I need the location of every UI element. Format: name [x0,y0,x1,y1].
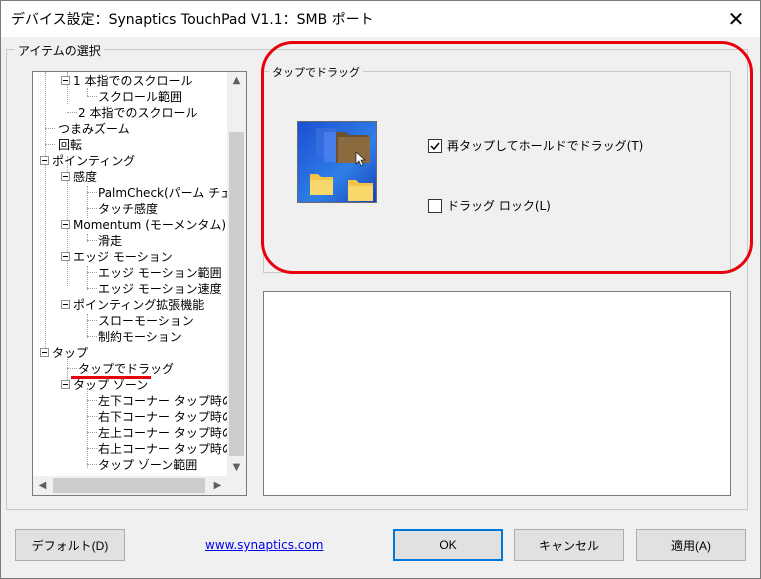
collapse-icon[interactable] [61,220,70,229]
tree-item-rotate[interactable]: 回転 [57,137,83,153]
tree-item-tap-zones[interactable]: タップ ゾーン [61,377,149,393]
scroll-down-icon[interactable]: ▼ [227,459,246,476]
item-select-label: アイテムの選択 [15,42,104,59]
tree-vertical-scrollbar[interactable]: ▲ ▼ [227,72,246,476]
close-icon[interactable]: ✕ [718,3,754,35]
tree-item-scroll-range[interactable]: スクロール範囲 [97,89,183,105]
cancel-button[interactable]: キャンセル [514,529,624,561]
settings-tree[interactable]: 1 本指でのスクロール スクロール範囲 2 本指でのスクロール つまみズーム 回… [32,71,247,496]
tree-item-sensitivity[interactable]: 感度 [61,169,98,185]
tree-item-tap-to-drag[interactable]: タップでドラッグ [77,361,176,377]
tree-item-one-finger-scroll[interactable]: 1 本指でのスクロール [61,73,193,89]
tree-item-glide[interactable]: 滑走 [97,233,123,249]
tree-item-two-finger-scroll[interactable]: 2 本指でのスクロール [77,105,198,121]
default-button[interactable]: デフォルト(D) [15,529,125,561]
tree-item-constrained-motion[interactable]: 制約モーション [97,329,183,345]
scroll-left-icon[interactable]: ◀ [33,476,52,495]
collapse-icon[interactable] [61,172,70,181]
tree-item-top-right-corner[interactable]: 右上コーナー タップ時の動作 [97,441,246,457]
ok-button[interactable]: OK [393,529,503,561]
title-bar: デバイス設定：Synaptics TouchPad V1.1：SMB ポート ✕ [1,1,760,37]
selection-annotation-underline [71,376,151,379]
apply-button[interactable]: 適用(A) [636,529,746,561]
tree-item-slow-motion[interactable]: スローモーション [97,313,195,329]
tree-item-edge-motion-range[interactable]: エッジ モーション範囲 [97,265,223,281]
collapse-icon[interactable] [61,76,70,85]
tree-item-top-left-corner[interactable]: 左上コーナー タップ時の動作 [97,425,246,441]
collapse-icon[interactable] [61,380,70,389]
tree-item-edge-motion[interactable]: エッジ モーション [61,249,174,265]
tree-item-edge-motion-speed[interactable]: エッジ モーション速度 [97,281,223,297]
tree-item-palmcheck[interactable]: PalmCheck(パーム チェック) [97,185,246,201]
settings-window: デバイス設定：Synaptics TouchPad V1.1：SMB ポート ✕… [0,0,761,579]
collapse-icon[interactable] [40,156,49,165]
scroll-thumb[interactable] [229,132,244,456]
synaptics-link[interactable]: www.synaptics.com [205,538,323,552]
description-box [263,291,731,496]
tree-item-tap[interactable]: タップ [40,345,89,361]
highlight-annotation-circle [261,41,753,274]
tree-item-tap-zone-range[interactable]: タップ ゾーン範囲 [97,457,198,473]
tree-item-pinch-zoom[interactable]: つまみズーム [57,121,131,137]
tree-item-bottom-right-corner[interactable]: 右下コーナー タップ時の動作 [97,409,246,425]
tree-item-pointing-extensions[interactable]: ポインティング拡張機能 [61,297,205,313]
collapse-icon[interactable] [40,348,49,357]
tree-horizontal-scrollbar[interactable]: ◀ ▶ [33,476,227,495]
tree-item-momentum[interactable]: Momentum (モーメンタム) [61,217,227,233]
tree-item-bottom-left-corner[interactable]: 左下コーナー タップ時の動作 [97,393,246,409]
collapse-icon[interactable] [61,252,70,261]
collapse-icon[interactable] [61,300,70,309]
scroll-up-icon[interactable]: ▲ [227,72,246,89]
scrollbar-corner [227,476,246,495]
window-title: デバイス設定：Synaptics TouchPad V1.1：SMB ポート [11,12,374,28]
scroll-thumb-horizontal[interactable] [53,478,205,493]
tree-item-pointing[interactable]: ポインティング [40,153,136,169]
scroll-right-icon[interactable]: ▶ [208,476,227,495]
tree-item-touch-sensitivity[interactable]: タッチ感度 [97,201,159,217]
